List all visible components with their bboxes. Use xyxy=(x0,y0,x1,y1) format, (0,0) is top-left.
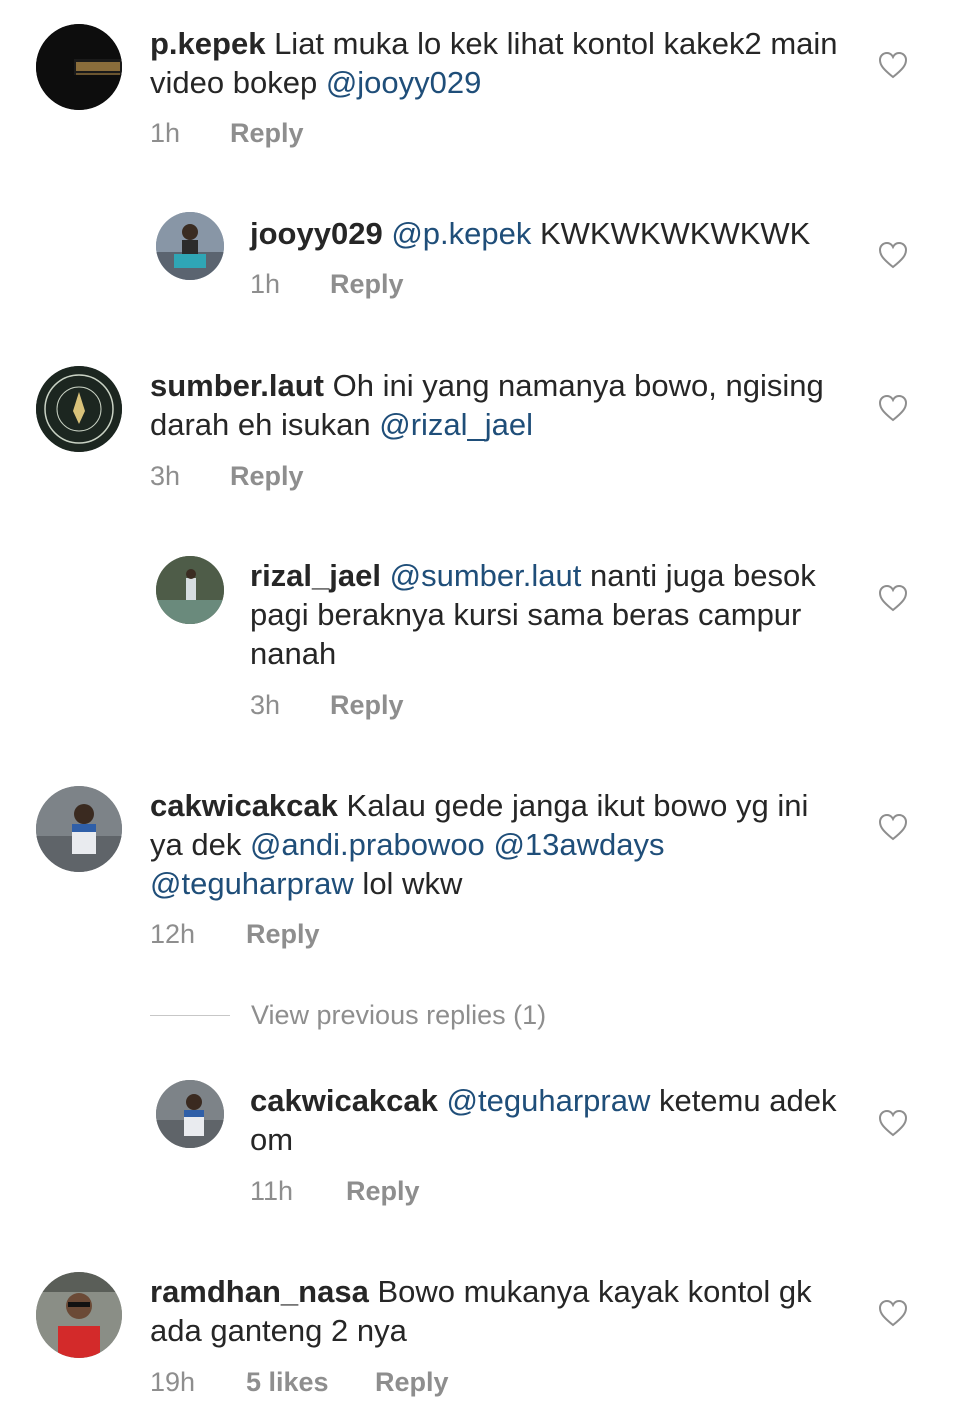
person-photo-avatar-image xyxy=(36,786,122,872)
mention-link[interactable]: @teguharpraw xyxy=(447,1083,651,1118)
reply-button[interactable]: Reply xyxy=(346,1176,420,1206)
comment-meta: 19h 5 likes Reply xyxy=(150,1367,449,1397)
comment-time: 19h xyxy=(150,1367,196,1397)
comment-text: jooyy029 @p.kepek KWKWKWKWKWK xyxy=(250,214,850,253)
comment-username[interactable]: cakwicakcak xyxy=(250,1083,438,1118)
comment-text: cakwicakcak @teguharpraw ketemu adek om xyxy=(250,1081,840,1159)
mention-link[interactable]: @p.kepek xyxy=(391,216,531,251)
comment-time: 3h xyxy=(150,461,181,491)
heart-outline-icon[interactable] xyxy=(878,813,908,841)
divider-line xyxy=(150,1015,230,1016)
comment-body: KWKWKWKWKWK xyxy=(531,216,811,251)
heart-outline-icon[interactable] xyxy=(878,394,908,422)
mention-link[interactable]: @sumber.laut xyxy=(390,558,582,593)
motorbike-photo-avatar-image xyxy=(156,212,224,280)
mention-link[interactable]: @rizal_jael xyxy=(379,407,533,442)
comment-username[interactable]: ramdhan_nasa xyxy=(150,1274,369,1309)
comment-meta: 1h Reply xyxy=(150,118,304,148)
mention-link[interactable]: @teguharpraw xyxy=(150,866,354,901)
view-previous-replies[interactable]: View previous replies (1) xyxy=(150,998,750,1032)
friends-logo-avatar-image xyxy=(36,24,122,110)
comment-username[interactable]: jooyy029 xyxy=(250,216,383,251)
comment-username[interactable]: rizal_jael xyxy=(250,558,381,593)
comment-text: ramdhan_nasa Bowo mukanya kayak kontol g… xyxy=(150,1272,840,1350)
reply-button[interactable]: Reply xyxy=(330,269,404,299)
comment-username[interactable]: p.kepek xyxy=(150,26,265,61)
heart-outline-icon[interactable] xyxy=(878,51,908,79)
comment-meta: 11h Reply xyxy=(250,1176,420,1206)
view-previous-replies-label[interactable]: View previous replies (1) xyxy=(251,998,546,1032)
reply-button[interactable]: Reply xyxy=(375,1367,449,1397)
avatar[interactable] xyxy=(36,366,122,452)
avatar[interactable] xyxy=(36,1272,122,1358)
comment-time: 1h xyxy=(250,269,281,299)
heart-outline-icon[interactable] xyxy=(878,1109,908,1137)
heart-outline-icon[interactable] xyxy=(878,241,908,269)
comment-time: 12h xyxy=(150,919,196,949)
avatar[interactable] xyxy=(156,1080,224,1148)
comment-text: cakwicakcak Kalau gede janga ikut bowo y… xyxy=(150,786,840,903)
comment-meta: 3h Reply xyxy=(250,690,404,720)
comment-time: 1h xyxy=(150,118,181,148)
reply-button[interactable]: Reply xyxy=(330,690,404,720)
comment-username[interactable]: cakwicakcak xyxy=(150,788,338,823)
mention-link[interactable]: @jooyy029 xyxy=(326,65,482,100)
comment-body-end: lol wkw xyxy=(353,866,463,901)
heart-outline-icon[interactable] xyxy=(878,584,908,612)
comment-meta: 12h Reply xyxy=(150,919,320,949)
comment-time: 3h xyxy=(250,690,281,720)
comment-text: sumber.laut Oh ini yang namanya bowo, ng… xyxy=(150,366,840,444)
avatar[interactable] xyxy=(36,786,122,872)
reply-button[interactable]: Reply xyxy=(230,118,304,148)
sunglasses-person-avatar-image xyxy=(36,1272,122,1358)
sumber-laut-emblem-avatar-image xyxy=(36,366,122,452)
mention-link[interactable]: @andi.prabowoo xyxy=(250,827,485,862)
mention-link[interactable]: @13awdays xyxy=(493,827,664,862)
likes-count[interactable]: 5 likes xyxy=(246,1367,375,1397)
heart-outline-icon[interactable] xyxy=(878,1299,908,1327)
avatar[interactable] xyxy=(36,24,122,110)
reply-button[interactable]: Reply xyxy=(230,461,304,491)
spacer-text xyxy=(381,558,390,593)
comment-text: p.kepek Liat muka lo kek lihat kontol ka… xyxy=(150,24,840,102)
comment-time: 11h xyxy=(250,1176,294,1206)
comment-meta: 1h Reply xyxy=(250,269,404,299)
avatar[interactable] xyxy=(156,556,224,624)
comment-meta: 3h Reply xyxy=(150,461,304,491)
avatar[interactable] xyxy=(156,212,224,280)
waterfall-photo-avatar-image xyxy=(156,556,224,624)
comment-username[interactable]: sumber.laut xyxy=(150,368,324,403)
reply-button[interactable]: Reply xyxy=(246,919,320,949)
person-photo-avatar-image xyxy=(156,1080,224,1148)
comment-text: rizal_jael @sumber.laut nanti juga besok… xyxy=(250,556,840,673)
spacer-text xyxy=(438,1083,447,1118)
